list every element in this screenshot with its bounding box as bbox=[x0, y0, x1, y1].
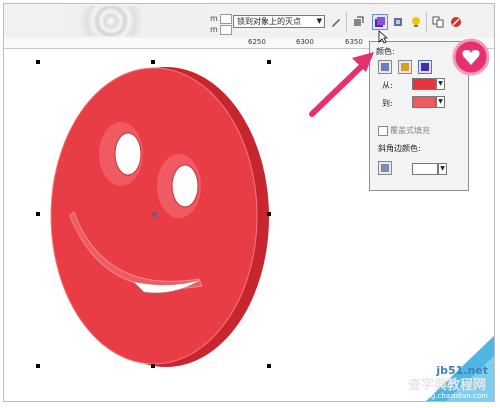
selection-handle[interactable] bbox=[36, 212, 40, 216]
overprint-label: 覆盖式填充 bbox=[390, 126, 430, 135]
copy-extrude-button[interactable] bbox=[430, 14, 446, 30]
from-color-swatch[interactable] bbox=[412, 78, 436, 90]
chevron-down-icon: ▼ bbox=[316, 17, 322, 25]
spin-field-2[interactable] bbox=[220, 25, 232, 35]
bevel-icon bbox=[394, 18, 402, 26]
edit-vanishing-point-button[interactable] bbox=[328, 14, 344, 30]
overprint-checkbox[interactable] bbox=[378, 126, 388, 136]
solid-fill-button[interactable] bbox=[398, 60, 412, 74]
bevel-color-swatch[interactable] bbox=[412, 163, 438, 175]
toolbar-separator-2 bbox=[426, 12, 427, 32]
watermark-text: 查字典教程网 bbox=[408, 374, 486, 393]
watermark-text-1: 查字典 bbox=[407, 378, 447, 393]
bevel-color-label: 斜角边颜色: bbox=[378, 144, 421, 153]
rotate-3d-icon bbox=[354, 16, 364, 26]
toolbar-separator bbox=[346, 12, 347, 32]
extrude-bevel-button[interactable] bbox=[390, 14, 406, 30]
to-color-swatch[interactable] bbox=[412, 96, 436, 108]
heart-badge-icon bbox=[452, 38, 490, 76]
decorative-swirl bbox=[66, 6, 206, 36]
dropdown-value: 锁到对象上的灭点 bbox=[237, 17, 301, 26]
property-bar: m m 锁到对象上的灭点 ▼ bbox=[4, 4, 494, 39]
lighting-button[interactable] bbox=[408, 14, 424, 30]
selection-handle[interactable] bbox=[151, 364, 155, 368]
smiley-face[interactable] bbox=[51, 68, 257, 364]
vanishing-point-dropdown[interactable]: 锁到对象上的灭点 ▼ bbox=[233, 15, 325, 28]
clear-extrude-button[interactable] bbox=[448, 14, 464, 30]
ruler-tick: 6250 bbox=[248, 38, 266, 46]
mouse-cursor-icon bbox=[378, 30, 388, 44]
pen-icon bbox=[332, 19, 340, 27]
extrude-color-icon bbox=[375, 17, 385, 27]
callout-arrow-icon bbox=[309, 52, 374, 117]
selection-handle[interactable] bbox=[36, 364, 40, 368]
watermark-url: jiaocheng.chazidian.com bbox=[401, 392, 488, 400]
shading-fill-icon bbox=[421, 63, 429, 71]
selection-handle[interactable] bbox=[267, 212, 271, 216]
selection-handle[interactable] bbox=[267, 60, 271, 64]
selection-handle[interactable] bbox=[151, 60, 155, 64]
spin-field-1[interactable] bbox=[220, 14, 232, 24]
light-bulb-icon bbox=[412, 17, 420, 27]
selection-handle[interactable] bbox=[36, 60, 40, 64]
use-extrude-color-button[interactable] bbox=[378, 161, 392, 175]
extrude-color-button[interactable] bbox=[372, 14, 388, 30]
watermark-text-2: 教程网 bbox=[446, 378, 486, 393]
selection-handle[interactable] bbox=[267, 364, 271, 368]
from-color-dropdown[interactable]: ▼ bbox=[436, 78, 445, 90]
left-eye bbox=[114, 132, 142, 176]
copy-icon bbox=[432, 16, 444, 28]
extrude-rotation-button[interactable] bbox=[350, 14, 366, 30]
solid-fill-icon bbox=[401, 63, 409, 71]
right-eye bbox=[171, 164, 199, 208]
bevel-fill-icon bbox=[381, 164, 389, 172]
color-shading-button[interactable] bbox=[418, 60, 432, 74]
to-color-dropdown[interactable]: ▼ bbox=[436, 96, 445, 108]
app-window: m m 锁到对象上的灭点 ▼ 6250 6300 6350 颜色: 从: ▼ 到… bbox=[3, 3, 495, 402]
clear-icon bbox=[451, 17, 461, 27]
bevel-color-dropdown[interactable]: ▼ bbox=[438, 163, 447, 175]
